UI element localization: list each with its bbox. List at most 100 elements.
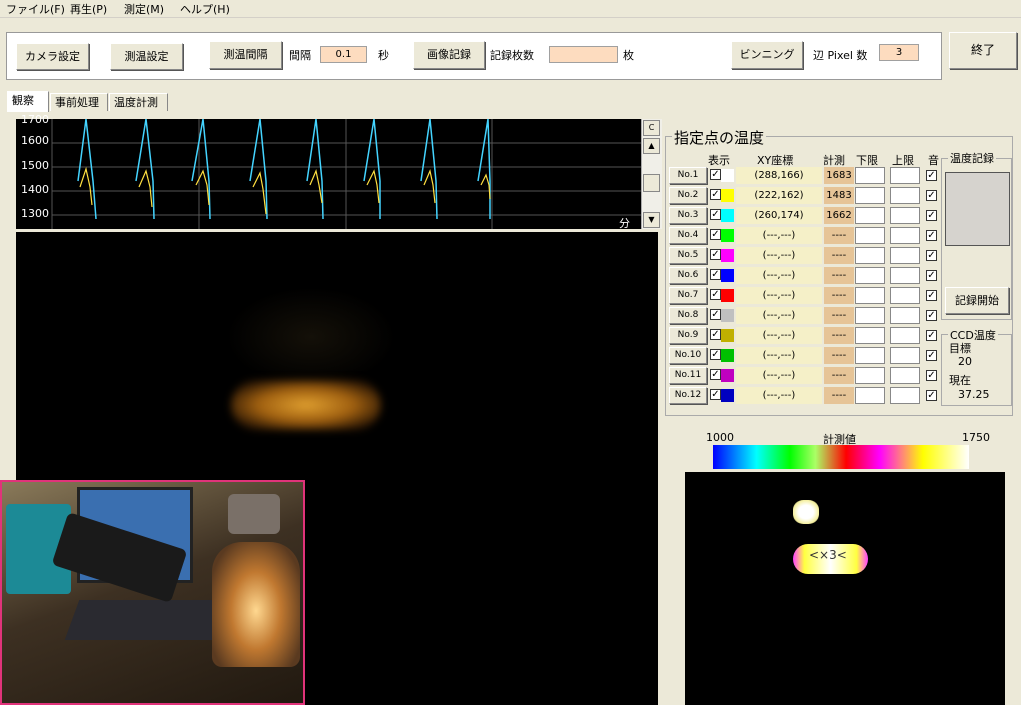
point-button[interactable]: No.10 [669, 347, 707, 364]
point-button[interactable]: No.9 [669, 327, 707, 344]
lower-limit-field[interactable] [855, 227, 885, 244]
sound-checkbox[interactable]: ✓ [926, 170, 937, 181]
lower-limit-field[interactable] [855, 347, 885, 364]
menu-help[interactable]: ヘルプ(H) [180, 1, 230, 17]
menu-measure[interactable]: 測定(M) [124, 1, 164, 17]
show-checkbox[interactable]: ✓ [710, 229, 721, 240]
point-color-swatch [721, 269, 734, 282]
point-button[interactable]: No.4 [669, 227, 707, 244]
show-checkbox[interactable]: ✓ [710, 289, 721, 300]
upper-limit-field[interactable] [890, 167, 920, 184]
show-checkbox[interactable]: ✓ [710, 389, 721, 400]
point-button[interactable]: No.7 [669, 287, 707, 304]
point-color-swatch [721, 329, 734, 342]
scroll-down-arrow-icon[interactable]: ▼ [643, 212, 660, 228]
tab-temp-measure[interactable]: 温度計測 [109, 93, 168, 111]
sound-checkbox[interactable]: ✓ [926, 330, 937, 341]
image-record-button[interactable]: 画像記録 [413, 41, 485, 69]
sound-checkbox[interactable]: ✓ [926, 190, 937, 201]
show-checkbox[interactable]: ✓ [710, 329, 721, 340]
lower-limit-field[interactable] [855, 367, 885, 384]
point-measured-value: 1662 [824, 207, 854, 224]
upper-limit-field[interactable] [890, 267, 920, 284]
glowing-mantle [231, 380, 381, 430]
lower-limit-field[interactable] [855, 307, 885, 324]
sound-checkbox[interactable]: ✓ [926, 310, 937, 321]
sound-checkbox[interactable]: ✓ [926, 390, 937, 401]
header-measure: 計測 [823, 154, 845, 167]
upper-limit-field[interactable] [890, 347, 920, 364]
point-color-swatch [721, 309, 734, 322]
point-button[interactable]: No.5 [669, 247, 707, 264]
graph-scrollbar[interactable]: C ▲ ▼ [641, 119, 662, 229]
point-measured-value: ---- [824, 287, 854, 304]
interval-field[interactable]: 0.1 [320, 46, 367, 63]
lower-limit-field[interactable] [855, 287, 885, 304]
temp-settings-button[interactable]: 測温設定 [110, 43, 183, 70]
upper-limit-field[interactable] [890, 327, 920, 344]
point-xy-coordinate: (---,---) [736, 287, 822, 304]
lower-limit-field[interactable] [855, 187, 885, 204]
sound-checkbox[interactable]: ✓ [926, 270, 937, 281]
record-count-field[interactable] [549, 46, 618, 63]
point-button[interactable]: No.1 [669, 167, 707, 184]
sound-checkbox[interactable]: ✓ [926, 210, 937, 221]
show-checkbox[interactable]: ✓ [710, 269, 721, 280]
lower-limit-field[interactable] [855, 267, 885, 284]
menu-playback[interactable]: 再生(P) [70, 1, 107, 17]
show-checkbox[interactable]: ✓ [710, 369, 721, 380]
show-checkbox[interactable]: ✓ [710, 209, 721, 220]
point-button[interactable]: No.12 [669, 387, 707, 404]
point-button[interactable]: No.6 [669, 267, 707, 284]
record-start-button[interactable]: 記録開始 [945, 287, 1009, 314]
upper-limit-field[interactable] [890, 307, 920, 324]
scroll-thumb[interactable] [643, 174, 660, 192]
temp-interval-button[interactable]: 測温間隔 [209, 41, 282, 69]
upper-limit-field[interactable] [890, 387, 920, 404]
sound-checkbox[interactable]: ✓ [926, 290, 937, 301]
camera-settings-button[interactable]: カメラ設定 [16, 43, 89, 70]
point-button[interactable]: No.11 [669, 367, 707, 384]
tab-preprocess[interactable]: 事前処理 [50, 93, 108, 111]
upper-limit-field[interactable] [890, 367, 920, 384]
point-button[interactable]: No.8 [669, 307, 707, 324]
laptop-keyboard [64, 600, 230, 640]
binning-button[interactable]: ビンニング [731, 41, 803, 69]
exit-button[interactable]: 終了 [949, 32, 1017, 69]
lower-limit-field[interactable] [855, 207, 885, 224]
point-measured-value: ---- [824, 307, 854, 324]
point-color-swatch [721, 189, 734, 202]
header-xy: XY座標 [757, 154, 794, 167]
lower-limit-field[interactable] [855, 327, 885, 344]
upper-limit-field[interactable] [890, 247, 920, 264]
point-button[interactable]: No.3 [669, 207, 707, 224]
menu-file[interactable]: ファイル(F) [6, 1, 65, 17]
x-unit-label: 分 [619, 217, 630, 230]
sound-checkbox[interactable]: ✓ [926, 250, 937, 261]
lower-limit-field[interactable] [855, 387, 885, 404]
show-checkbox[interactable]: ✓ [710, 249, 721, 260]
show-checkbox[interactable]: ✓ [710, 189, 721, 200]
point-measured-value: 1483 [824, 187, 854, 204]
lantern-top [228, 494, 280, 534]
header-upper: 上限 [892, 154, 914, 167]
point-measured-value: ---- [824, 367, 854, 384]
sound-checkbox[interactable]: ✓ [926, 230, 937, 241]
show-checkbox[interactable]: ✓ [710, 309, 721, 320]
lower-limit-field[interactable] [855, 247, 885, 264]
edge-pixel-field[interactable]: 3 [879, 44, 919, 61]
show-checkbox[interactable]: ✓ [710, 349, 721, 360]
tab-observe[interactable]: 観察 [7, 91, 49, 112]
upper-limit-field[interactable] [890, 187, 920, 204]
lower-limit-field[interactable] [855, 167, 885, 184]
point-button[interactable]: No.2 [669, 187, 707, 204]
upper-limit-field[interactable] [890, 227, 920, 244]
scroll-up-arrow-icon[interactable]: ▲ [643, 138, 660, 154]
upper-limit-field[interactable] [890, 287, 920, 304]
sound-checkbox[interactable]: ✓ [926, 370, 937, 381]
point-color-swatch [721, 349, 734, 362]
sound-checkbox[interactable]: ✓ [926, 350, 937, 361]
show-checkbox[interactable]: ✓ [710, 169, 721, 180]
scroll-top-button[interactable]: C [643, 120, 660, 136]
upper-limit-field[interactable] [890, 207, 920, 224]
